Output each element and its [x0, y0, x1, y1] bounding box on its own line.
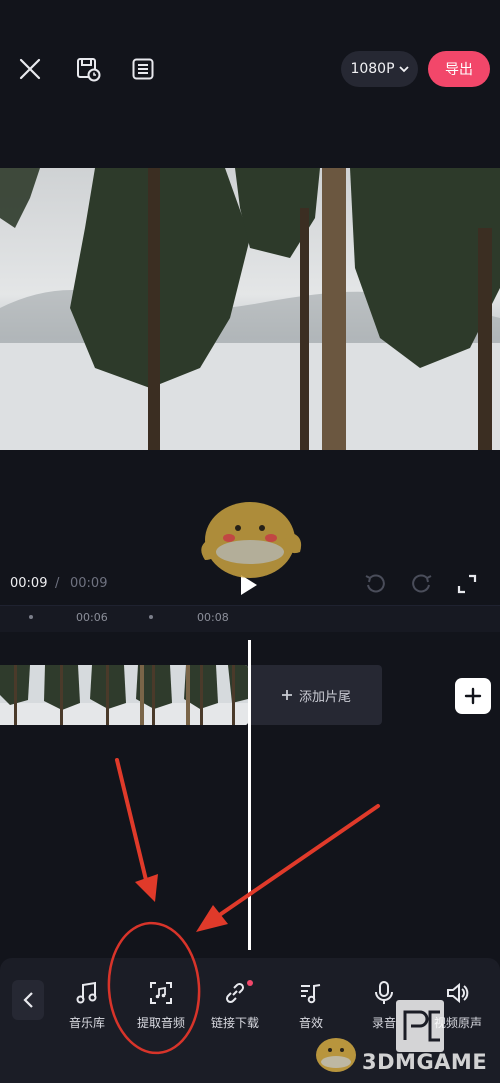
tool-label: 视频原声: [433, 1016, 482, 1030]
tool-music-library[interactable]: 音乐库: [50, 978, 124, 1038]
plus-icon: [281, 690, 292, 700]
watermark-text: 3DMGAME: [362, 1050, 487, 1074]
fullscreen-icon[interactable]: [456, 573, 478, 599]
tool-label: 链接下载: [210, 1016, 259, 1030]
chevron-down-icon: [398, 66, 409, 73]
video-clip-track[interactable]: [0, 665, 248, 725]
playhead[interactable]: [248, 640, 251, 950]
tool-link-download[interactable]: 链接下载: [198, 978, 272, 1038]
tool-label: 音效: [298, 1016, 323, 1030]
preview-scene-image: [0, 168, 500, 450]
play-icon[interactable]: [236, 573, 260, 597]
mascot-watermark: [201, 502, 302, 578]
chevron-left-icon: [23, 992, 33, 1008]
red-arrow-left: [196, 804, 380, 932]
resolution-label: 1080P: [350, 61, 395, 77]
tool-label: 音乐库: [68, 1016, 105, 1030]
ruler-label: 00:08: [197, 611, 229, 624]
red-arrow-down: [115, 758, 158, 902]
extract-audio-icon: [148, 978, 174, 1008]
export-button[interactable]: 导出: [428, 51, 490, 87]
video-preview[interactable]: [0, 168, 500, 450]
export-label: 导出: [445, 62, 473, 78]
tool-sound-effects[interactable]: 音效: [274, 978, 348, 1038]
save-draft-icon[interactable]: [71, 52, 105, 86]
back-button[interactable]: [12, 980, 44, 1020]
resolution-select[interactable]: 1080P: [341, 51, 418, 87]
time-ruler: [0, 606, 500, 632]
total-time: 00:09: [70, 576, 108, 591]
add-clip-button[interactable]: [455, 678, 491, 714]
link-icon: [222, 978, 248, 1008]
speaker-icon: [445, 978, 471, 1008]
add-ending-button[interactable]: 添加片尾: [250, 665, 382, 725]
undo-icon[interactable]: [364, 573, 386, 599]
list-icon[interactable]: [126, 52, 160, 86]
tool-label: 提取音频: [136, 1016, 185, 1030]
tool-original-sound[interactable]: 视频原声: [421, 978, 495, 1038]
music-note-icon: [74, 978, 100, 1008]
new-indicator-dot: [247, 980, 253, 986]
microphone-icon: [371, 978, 397, 1008]
redo-icon[interactable]: [411, 573, 433, 599]
plus-icon: [464, 687, 482, 705]
top-bar: 1080P 导出: [0, 0, 500, 140]
tool-record[interactable]: 录音: [347, 978, 421, 1038]
sound-effect-icon: [298, 978, 324, 1008]
time-separator: /: [55, 576, 60, 591]
watermark-label: 3DMGAME: [362, 1050, 488, 1074]
close-icon[interactable]: [13, 52, 47, 86]
add-ending-label: 添加片尾: [298, 689, 351, 705]
current-time: 00:09: [10, 576, 48, 591]
clip-thumbnails: [0, 665, 248, 725]
tool-extract-audio[interactable]: 提取音频: [124, 978, 198, 1038]
ruler-label: 00:06: [76, 611, 108, 624]
ruler-dot: [149, 615, 153, 619]
ruler-dot: [29, 615, 33, 619]
tool-label: 录音: [371, 1016, 396, 1030]
